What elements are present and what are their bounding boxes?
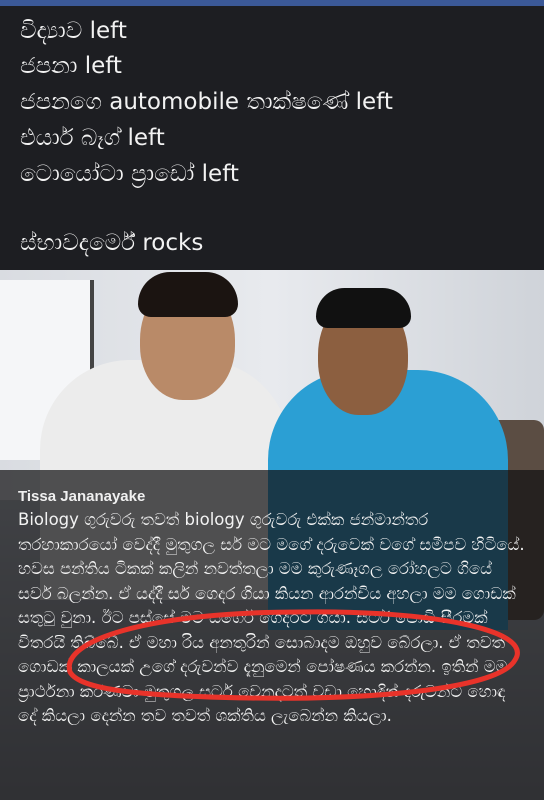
post-body-text: Biology ගුරුවරු තවත් biology ගුරුවරු එක්… [18,510,525,725]
man-left-hair [138,272,238,317]
caption-line-2: ජපනා left [20,53,122,79]
meme-caption: විද්‍යාව left ජපනා left ජපනගෙ automobile… [0,6,544,270]
caption-line-6: ස්භාවදර්මේ rocks [20,230,204,256]
man-right-hair [316,288,411,328]
caption-line-3: ජපනගෙ automobile තාක්ෂණේ left [20,89,393,115]
caption-line-4: එයාර් බෑග් left [20,125,165,151]
caption-line-5: ටොයෝටා ප්‍රාඩෝ left [20,161,239,187]
post-author-name: Tissa Jananayake [18,488,146,505]
caption-line-1: විද්‍යාව left [20,18,127,44]
